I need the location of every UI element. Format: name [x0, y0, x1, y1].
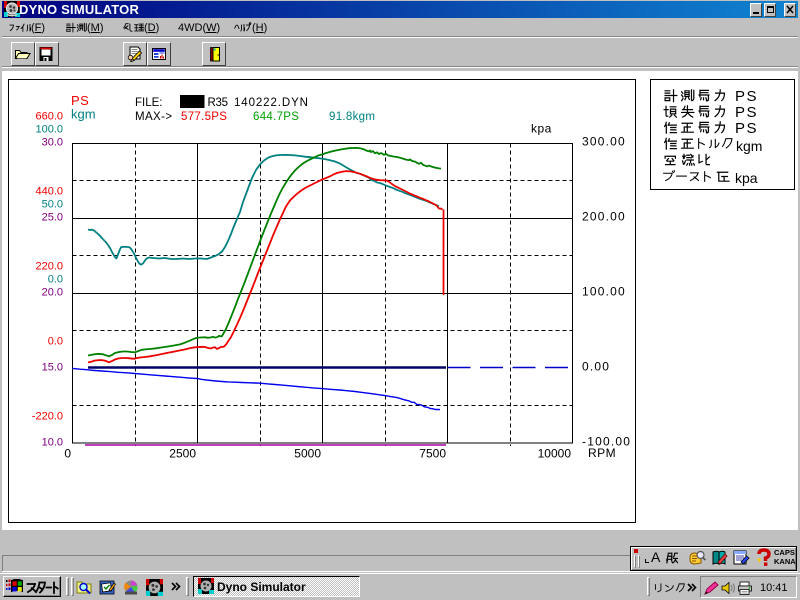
svg-text:10.0: 10.0: [42, 437, 63, 449]
svg-text:kpa: kpa: [531, 122, 552, 136]
svg-text:-100.00: -100.00: [582, 435, 631, 449]
svg-text:FILE:: FILE:: [135, 97, 162, 109]
svg-text:660.0: 660.0: [35, 111, 63, 123]
svg-text:50.0: 50.0: [42, 199, 63, 211]
svg-text:20.0: 20.0: [42, 287, 63, 299]
svg-text:220.0: 220.0: [35, 261, 63, 273]
svg-text:0.0: 0.0: [48, 336, 63, 348]
svg-text:644.7PS: 644.7PS: [253, 111, 299, 123]
svg-text:kgm: kgm: [71, 107, 96, 122]
svg-text:100.00: 100.00: [582, 285, 626, 299]
svg-text:MAX->: MAX->: [135, 111, 172, 123]
svg-text:300.00: 300.00: [582, 135, 626, 149]
svg-text:100.0: 100.0: [35, 124, 63, 136]
svg-text:0.00: 0.00: [582, 360, 610, 374]
svg-text:15.0: 15.0: [42, 362, 63, 374]
svg-text:7500: 7500: [419, 447, 446, 461]
svg-text:R35: R35: [208, 97, 228, 109]
svg-text:0.0: 0.0: [48, 274, 63, 286]
svg-text:5000: 5000: [294, 447, 321, 461]
svg-text:-220.0: -220.0: [32, 411, 63, 423]
svg-text:2500: 2500: [169, 447, 196, 461]
svg-text:200.00: 200.00: [582, 210, 626, 224]
svg-text:25.0: 25.0: [42, 212, 63, 224]
svg-text:140222.DYN: 140222.DYN: [234, 97, 309, 109]
svg-text:10000: 10000: [538, 447, 572, 461]
svg-text:440.0: 440.0: [35, 186, 63, 198]
svg-text:91.8kgm: 91.8kgm: [329, 111, 375, 123]
svg-text:0: 0: [64, 447, 71, 461]
svg-text:30.0: 30.0: [42, 137, 63, 149]
svg-text:577.5PS: 577.5PS: [181, 111, 227, 123]
